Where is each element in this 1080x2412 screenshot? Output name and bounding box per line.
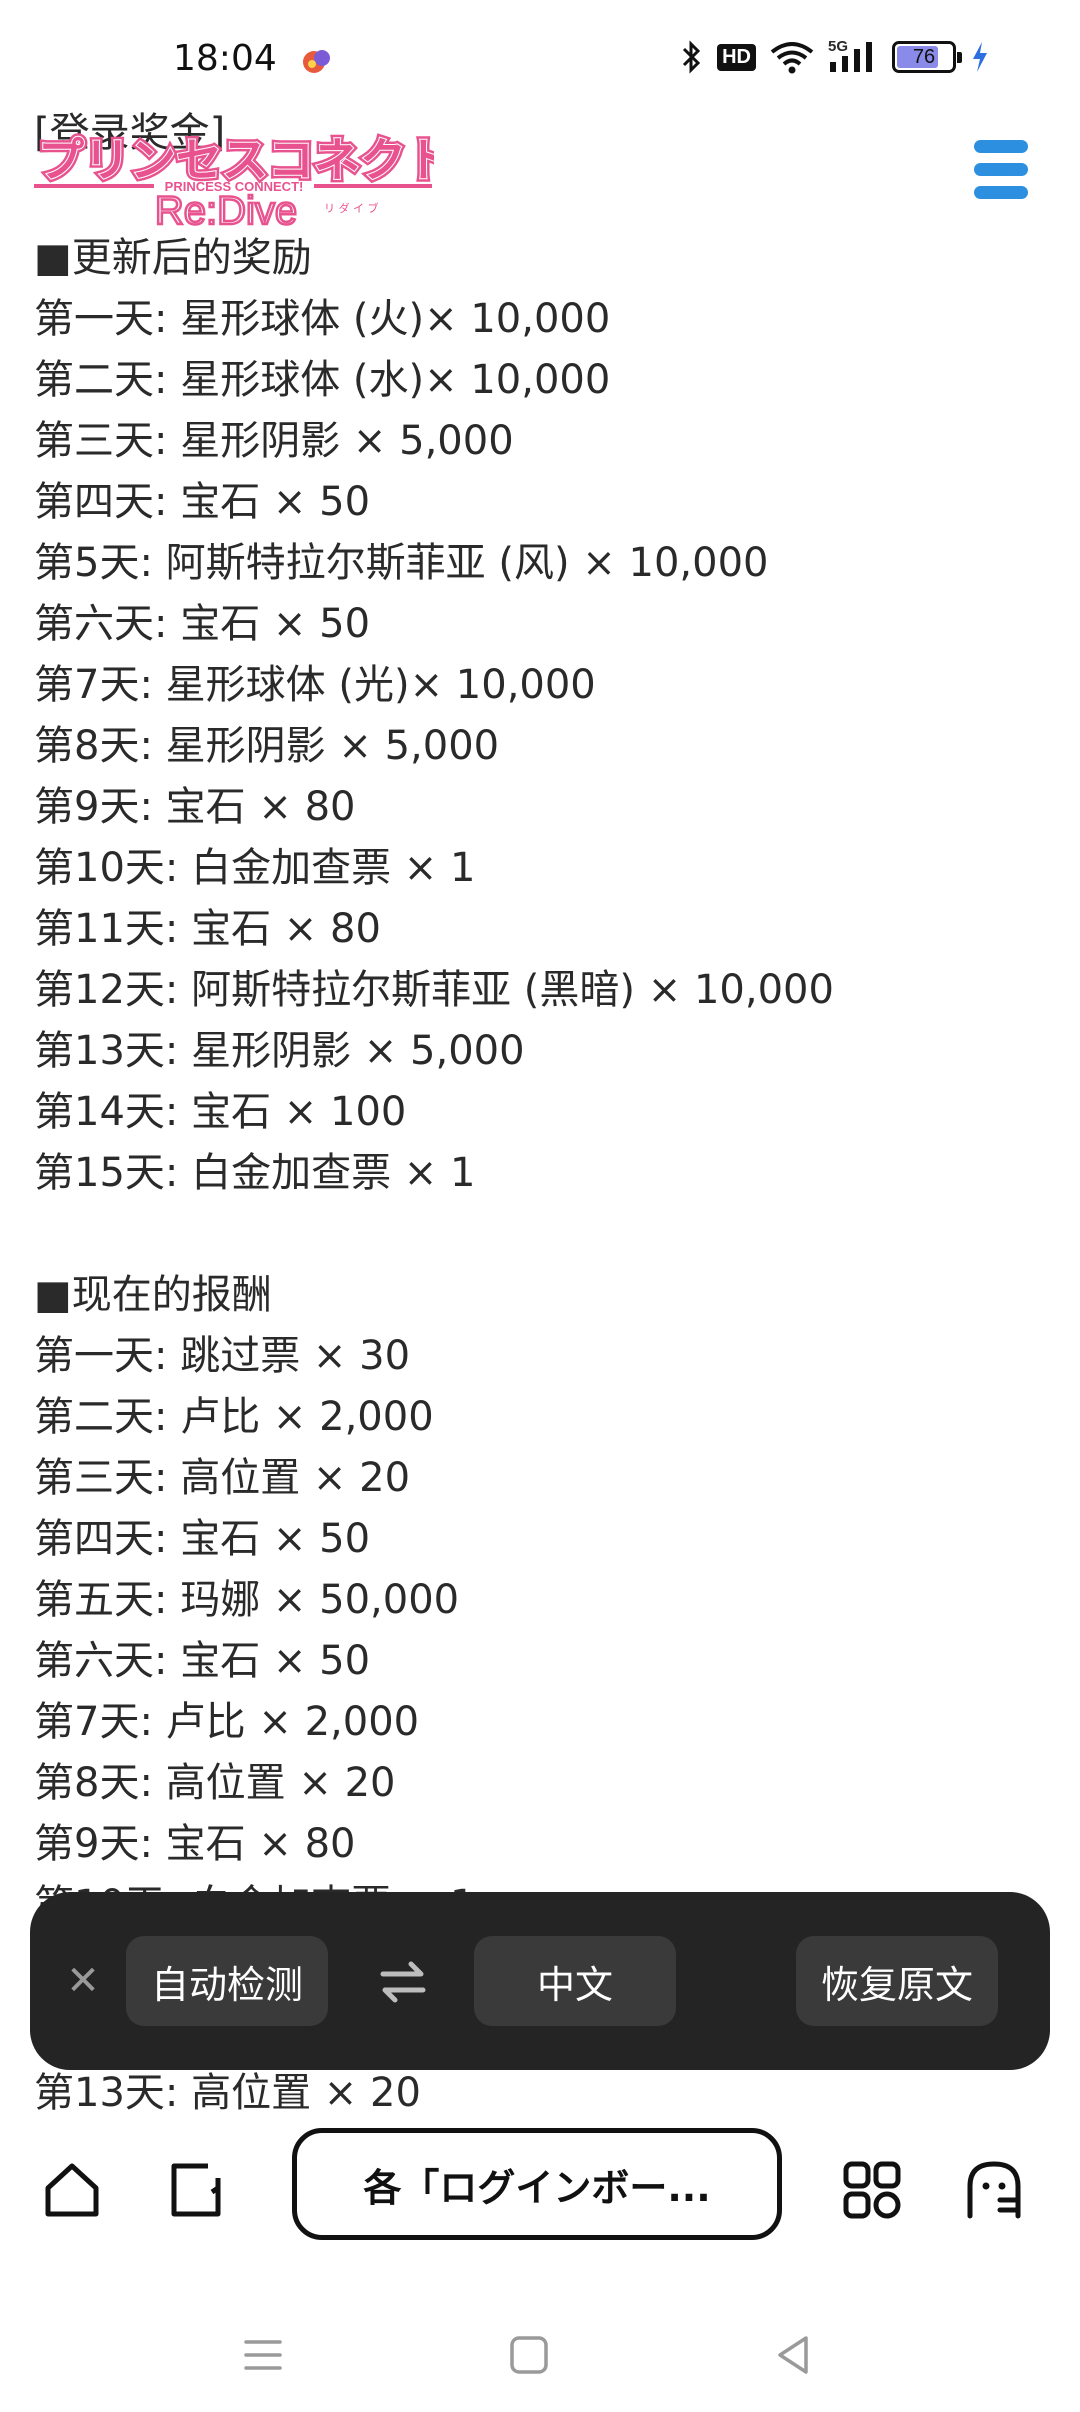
list-item: 第一天: 星形球体 (火)× 10,000 bbox=[34, 296, 611, 342]
list-item: 第三天: 星形阴影 × 5,000 bbox=[34, 418, 514, 464]
profile-icon[interactable] bbox=[962, 2158, 1026, 2222]
list-item: 第10天: 白金加查票 × 1 bbox=[34, 845, 476, 891]
game-logo: プリンセスコネクト! プリンセスコネクト! PRINCESS CONNECT! … bbox=[34, 130, 434, 230]
list-item: 第11天: 宝石 × 80 bbox=[34, 906, 381, 952]
hd-icon: HD bbox=[717, 43, 756, 71]
translation-toolbar: ✕ 自动检测 中文 恢复原文 bbox=[30, 1892, 1050, 2070]
hamburger-menu-icon[interactable] bbox=[974, 140, 1028, 202]
target-language-button[interactable]: 中文 bbox=[474, 1936, 676, 2026]
list-item: 第四天: 宝石 × 50 bbox=[34, 1516, 371, 1562]
article-content: ■更新后的奖励 第一天: 星形球体 (火)× 10,000 第二天: 星形球体 … bbox=[34, 228, 1044, 1936]
home-square-icon[interactable] bbox=[504, 2330, 554, 2380]
battery-percent: 76 bbox=[912, 45, 936, 68]
list-item: 第5天: 阿斯特拉尔斯菲亚 (风) × 10,000 bbox=[34, 540, 769, 586]
swap-arrows-icon[interactable] bbox=[375, 1954, 431, 2010]
logo-furigana: リ ダ イ ブ bbox=[324, 201, 379, 215]
home-icon[interactable] bbox=[40, 2158, 104, 2222]
list-item: 第五天: 玛娜 × 50,000 bbox=[34, 1577, 460, 1623]
system-nav-bar bbox=[0, 2300, 1080, 2412]
tabs-icon[interactable] bbox=[164, 2158, 228, 2222]
list-item: 第9天: 宝石 × 80 bbox=[34, 1821, 356, 1867]
recent-apps-icon[interactable] bbox=[238, 2330, 288, 2380]
apps-grid-icon[interactable] bbox=[840, 2158, 904, 2222]
app-notification-icon bbox=[303, 50, 330, 73]
list-item: 第三天: 高位置 × 20 bbox=[34, 1455, 411, 1501]
list-item: 第一天: 跳过票 × 30 bbox=[34, 1333, 411, 1379]
list-item: 第7天: 卢比 × 2,000 bbox=[34, 1699, 420, 1745]
close-icon[interactable]: ✕ bbox=[56, 1954, 110, 2008]
list-item: 第14天: 宝石 × 100 bbox=[34, 1089, 407, 1135]
list-item: 第六天: 宝石 × 50 bbox=[34, 601, 371, 647]
current-rewards-heading: ■现在的报酬 bbox=[34, 1272, 272, 1318]
back-icon[interactable] bbox=[768, 2330, 818, 2380]
list-item: 第12天: 阿斯特拉尔斯菲亚 (黑暗) × 10,000 bbox=[34, 967, 834, 1013]
browser-bottom-bar: 各「ログインボー... bbox=[0, 2110, 1080, 2270]
list-item: 第二天: 星形球体 (水)× 10,000 bbox=[34, 357, 611, 403]
list-item: 第六天: 宝石 × 50 bbox=[34, 1638, 371, 1684]
updated-rewards-heading: ■更新后的奖励 bbox=[34, 235, 312, 281]
list-item: 第二天: 卢比 × 2,000 bbox=[34, 1394, 434, 1440]
source-language-button[interactable]: 自动检测 bbox=[126, 1936, 328, 2026]
status-icons: HD 5G 76 bbox=[681, 38, 990, 74]
bluetooth-icon bbox=[683, 40, 701, 74]
charging-icon bbox=[973, 42, 987, 72]
5g-signal-icon: 5G bbox=[828, 38, 878, 74]
list-item: 第7天: 星形球体 (光)× 10,000 bbox=[34, 662, 596, 708]
battery-icon: 76 bbox=[892, 41, 962, 73]
list-item: 第四天: 宝石 × 50 bbox=[34, 479, 371, 525]
list-item: 第15天: 白金加查票 × 1 bbox=[34, 1150, 476, 1196]
address-bar[interactable]: 各「ログインボー... bbox=[292, 2128, 782, 2240]
logo-redive: Re:Dive bbox=[155, 189, 297, 230]
restore-original-button[interactable]: 恢复原文 bbox=[796, 1936, 998, 2026]
list-item: 第13天: 星形阴影 × 5,000 bbox=[34, 1028, 525, 1074]
list-item: 第8天: 星形阴影 × 5,000 bbox=[34, 723, 500, 769]
list-item: 第9天: 宝石 × 80 bbox=[34, 784, 356, 830]
wifi-icon bbox=[770, 42, 814, 74]
status-bar: 18:04 HD 5G 76 bbox=[0, 0, 1080, 110]
list-item: 第8天: 高位置 × 20 bbox=[34, 1760, 396, 1806]
status-time: 18:04 bbox=[173, 38, 277, 79]
